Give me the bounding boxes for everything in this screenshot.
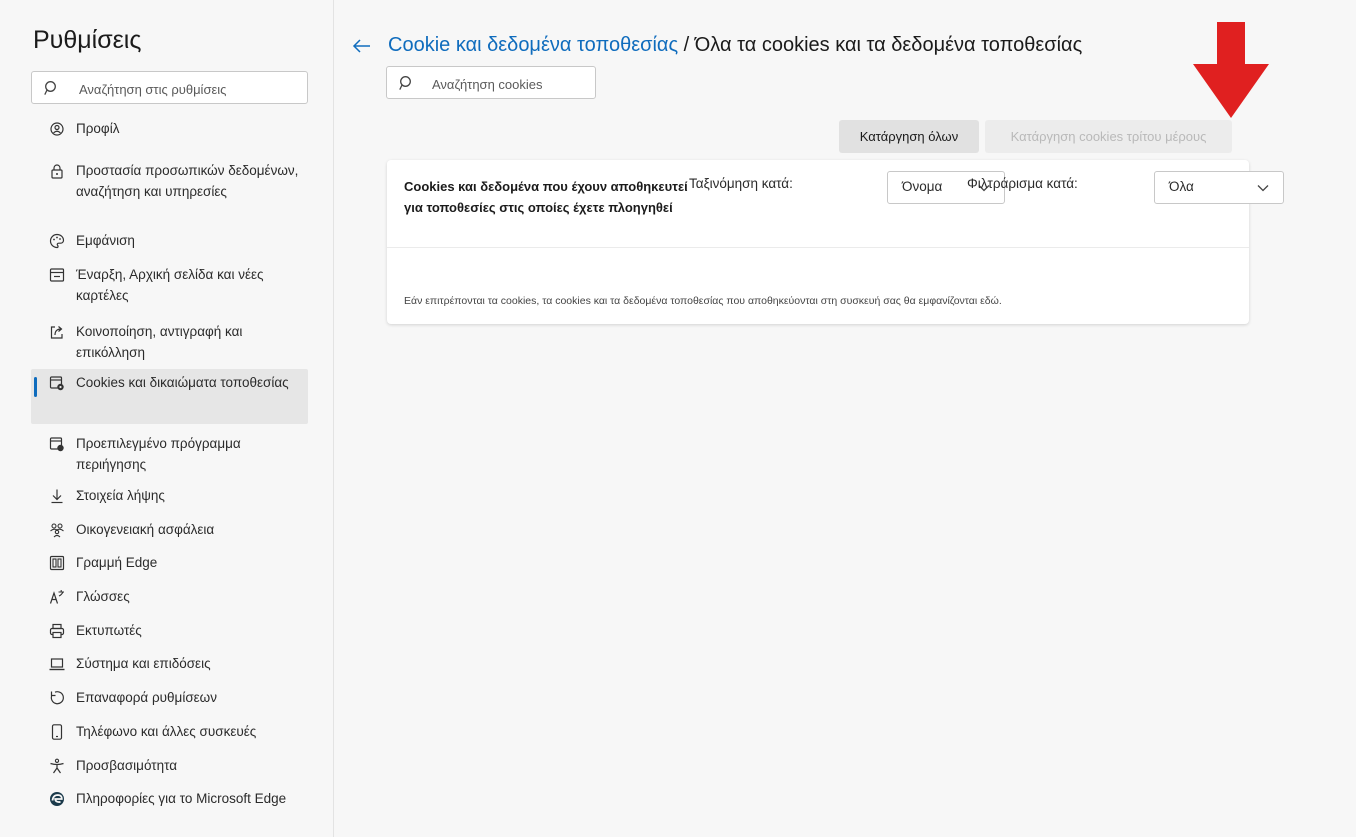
laptop-icon [49,658,65,671]
cookie-search-box[interactable] [386,66,596,99]
card-description: Cookies και δεδομένα που έχουν αποθηκευτ… [404,179,688,215]
remove-third-party-cookies-button[interactable]: Κατάργηση cookies τρίτου μέρους [985,120,1232,153]
sidebar-item-downloads[interactable]: Στοιχεία λήψης [31,485,308,511]
sidebar-item-label: Σύστημα και επιδόσεις [76,656,211,671]
sidebar-item-edge-bar[interactable]: Γραμμή Edge [31,552,308,578]
settings-search-box[interactable] [31,71,308,104]
accessibility-icon [50,758,64,774]
sidebar-item-system-performance[interactable]: Σύστημα και επιδόσεις [31,653,308,679]
sidebar-title: Ρυθμίσεις [33,26,142,54]
phone-icon [51,724,63,740]
selection-indicator [34,377,37,397]
sidebar-item-label: Πληροφορίες για το Microsoft Edge [76,791,287,806]
sort-label: Ταξινόμηση κατά: [689,176,793,191]
sidebar-item-about-edge[interactable]: Πληροφορίες για το Microsoft Edge [31,788,308,832]
back-arrow-icon[interactable] [352,38,372,54]
sidebar-item-label: Cookies και δικαιώματα τοποθεσίας [76,375,289,390]
share-icon [50,326,63,339]
settings-sidebar: Ρυθμίσεις Προφίλ Προστασία προσωπικών δε… [0,0,334,837]
sidebar-item-label: Κοινοποίηση, αντιγραφή και επικόλληση [76,324,243,360]
page-title: Όλα τα cookies και τα δεδομένα τοποθεσία… [694,34,1083,56]
edge-bar-icon [49,555,65,571]
profile-icon [50,122,64,136]
new-tab-icon [49,268,65,282]
sidebar-item-cookies-permissions[interactable]: Cookies και δικαιώματα τοποθεσίας [31,369,308,424]
edge-logo-icon [50,792,64,806]
sidebar-item-label: Προφίλ [76,121,120,136]
sidebar-item-label: Επαναφορά ρυθμίσεων [76,690,217,705]
search-icon [399,76,411,90]
sidebar-item-default-browser[interactable]: Προεπιλεγμένο πρόγραμμα περιήγησης [31,433,308,477]
sidebar-item-appearance[interactable]: Εμφάνιση [31,230,308,256]
default-browser-icon [49,437,64,452]
sidebar-item-label: Τηλέφωνο και άλλες συσκευές [76,724,257,739]
filter-dropdown[interactable]: Όλα [1154,171,1284,204]
sidebar-item-phone-devices[interactable]: Τηλέφωνο και άλλες συσκευές [31,721,308,747]
sidebar-item-label: Γλώσσες [76,589,130,604]
sidebar-item-printers[interactable]: Εκτυπωτές [31,620,308,646]
sidebar-item-label: Προστασία προσωπικών δεδομένων, αναζήτησ… [76,163,299,199]
filter-selected-value: Όλα [1169,179,1194,194]
cookie-search-input[interactable] [430,70,594,98]
download-icon [51,489,63,504]
sidebar-item-label: Οικογενειακή ασφάλεια [76,522,215,537]
sidebar-item-languages[interactable]: Γλώσσες [31,586,308,612]
sidebar-item-share-copy-paste[interactable]: Κοινοποίηση, αντιγραφή και επικόλληση [31,321,308,365]
breadcrumb-link[interactable]: Cookie και δεδομένα τοποθεσίας [388,34,678,56]
sidebar-item-label: Εκτυπωτές [76,623,142,638]
sidebar-item-label: Γραμμή Edge [76,555,158,570]
red-arrow-pointer-icon [1193,22,1269,118]
filter-label: Φιλτράρισμα κατά: [967,176,1078,191]
card-divider [387,247,1249,248]
remove-all-button[interactable]: Κατάργηση όλων [839,120,979,153]
family-icon [50,523,64,538]
languages-icon [49,590,64,604]
sidebar-item-family-safety[interactable]: Οικογενειακή ασφάλεια [31,519,308,545]
reset-icon [50,691,64,705]
cookies-card: Cookies και δεδομένα που έχουν αποθηκευτ… [387,160,1284,324]
sidebar-item-start-home[interactable]: Έναρξη, Αρχική σελίδα και νέες καρτέλες [31,264,308,308]
sidebar-item-privacy[interactable]: Προστασία προσωπικών δεδομένων, αναζήτησ… [31,160,308,224]
sidebar-item-label: Προσβασιμότητα [76,758,178,773]
sort-selected-value: Όνομα [902,179,943,194]
sidebar-item-label: Προεπιλεγμένο πρόγραμμα περιήγησης [76,436,241,472]
breadcrumb-separator: / [678,34,695,56]
sidebar-item-accessibility[interactable]: Προσβασιμότητα [31,755,308,781]
main-content: Cookie και δεδομένα τοποθεσίας / Όλα τα … [334,0,1356,837]
empty-state-message: Εάν επιτρέπονται τα cookies, τα cookies … [404,295,1002,307]
sidebar-item-label: Εμφάνιση [76,233,135,248]
sidebar-item-label: Έναρξη, Αρχική σελίδα και νέες καρτέλες [76,267,264,303]
cookies-permissions-icon [49,376,64,391]
page-heading: Cookie και δεδομένα τοποθεσίας / Όλα τα … [388,34,1082,57]
settings-search-input[interactable] [77,75,301,103]
sidebar-item-profile[interactable]: Προφίλ [31,118,308,146]
sidebar-item-label: Στοιχεία λήψης [76,488,165,503]
lock-icon [51,164,63,179]
palette-icon [49,233,65,249]
printer-icon [49,623,65,639]
chevron-down-icon [1257,185,1269,192]
sidebar-item-reset-settings[interactable]: Επαναφορά ρυθμίσεων [31,687,308,713]
search-icon [44,81,56,95]
